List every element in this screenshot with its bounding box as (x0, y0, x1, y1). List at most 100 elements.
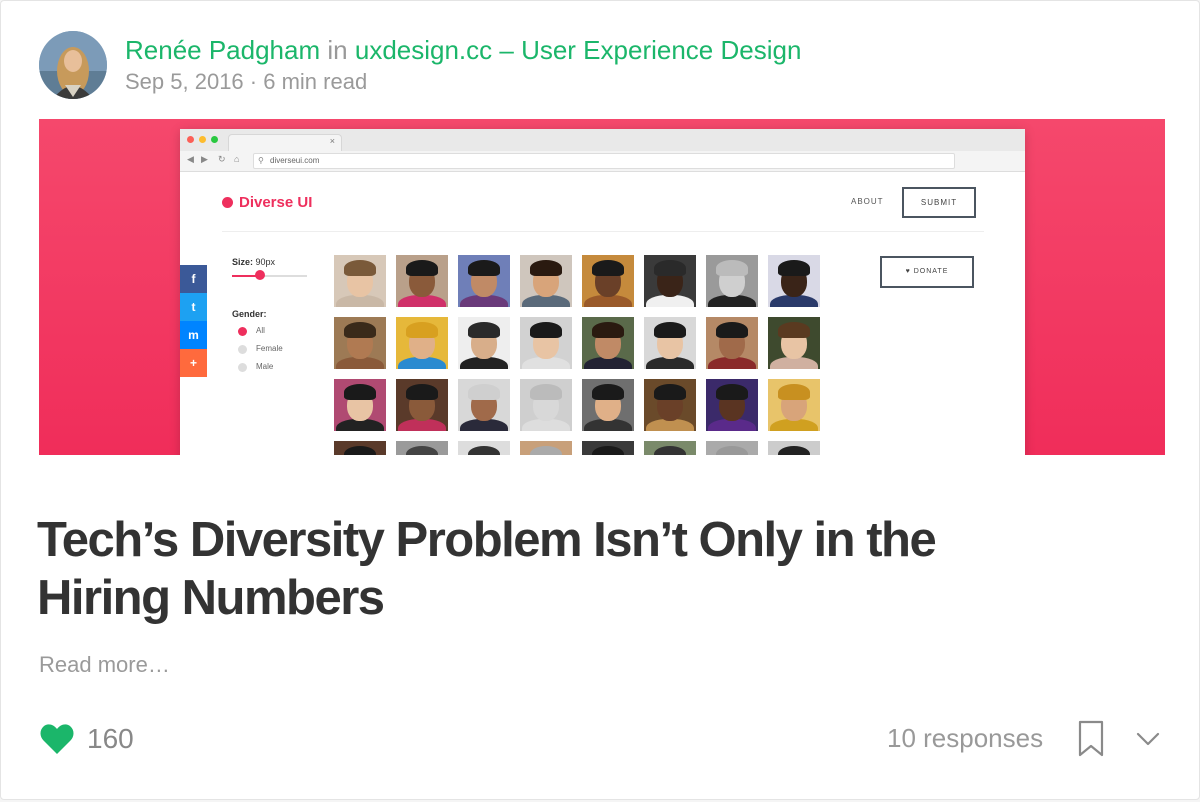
forward-icon: ▶ (201, 154, 208, 164)
likes-count[interactable]: 160 (87, 723, 134, 755)
avatar-grid (334, 255, 834, 455)
url-text: diverseui.com (270, 156, 320, 165)
diverse-ui-logo-icon (222, 197, 233, 208)
avatar-hair-shape (778, 322, 810, 338)
search-icon: ⚲ (258, 156, 264, 165)
publication-link[interactable]: uxdesign.cc – User Experience Design (355, 35, 802, 65)
about-link: ABOUT (851, 197, 884, 206)
avatar-thumbnail (458, 379, 510, 431)
avatar-thumbnail (582, 317, 634, 369)
heart-icon[interactable] (39, 721, 75, 757)
browser-titlebar: × (180, 129, 1025, 152)
avatar-thumbnail (458, 441, 510, 455)
avatar-hair-shape (654, 446, 686, 455)
chevron-down-icon[interactable] (1135, 729, 1161, 749)
avatar-thumbnail (706, 441, 758, 455)
gender-radio-female (238, 345, 247, 354)
address-bar: ⚲ diverseui.com (253, 153, 955, 169)
avatar-hair-shape (468, 384, 500, 400)
home-icon: ⌂ (234, 154, 240, 164)
share-sidebar: f t m + (180, 265, 207, 378)
avatar-hair-shape (406, 260, 438, 276)
author-name-link[interactable]: Renée Padgham (125, 35, 320, 65)
avatar-thumbnail (644, 441, 696, 455)
bookmark-icon[interactable] (1077, 719, 1105, 759)
avatar-hair-shape (592, 446, 624, 455)
avatar-hair-shape (778, 384, 810, 400)
avatar-thumbnail (582, 255, 634, 307)
meta-separator: · (249, 69, 258, 94)
gender-radio-all (238, 327, 247, 336)
avatar-hair-shape (530, 260, 562, 276)
size-filter-label: Size: 90px (232, 257, 275, 267)
tab-close-icon: × (329, 136, 335, 146)
avatar-hair-shape (406, 446, 438, 455)
avatar-thumbnail (520, 317, 572, 369)
avatar-thumbnail (520, 255, 572, 307)
avatar-hair-shape (716, 260, 748, 276)
avatar-hair-shape (468, 322, 500, 338)
post-meta: Sep 5, 2016 · 6 min read (125, 69, 367, 95)
back-icon: ◀ (187, 154, 194, 164)
avatar-thumbnail (644, 255, 696, 307)
avatar-hair-shape (592, 260, 624, 276)
window-minimize-dot (199, 136, 206, 143)
brand-text: Diverse UI (239, 194, 313, 211)
avatar-hair-shape (654, 260, 686, 276)
reload-icon: ↻ (218, 154, 226, 164)
avatar-thumbnail (458, 255, 510, 307)
read-time: 6 min read (263, 69, 368, 94)
avatar-thumbnail (768, 255, 820, 307)
avatar-hair-shape (344, 446, 376, 455)
avatar-hair-shape (406, 322, 438, 338)
avatar-thumbnail (706, 379, 758, 431)
avatar-hair-shape (530, 446, 562, 455)
donate-button: ♥ DONATE (880, 256, 974, 288)
facebook-icon: f (180, 265, 207, 293)
avatar-thumbnail (396, 317, 448, 369)
browser-toolbar: ◀ ▶ ↻ ⌂ ⚲ diverseui.com (180, 151, 1025, 172)
avatar-hair-shape (654, 384, 686, 400)
avatar-thumbnail (396, 379, 448, 431)
twitter-icon: t (180, 293, 207, 321)
avatar-thumbnail (396, 441, 448, 455)
size-value: 90px (255, 257, 276, 267)
hero-image[interactable]: × ◀ ▶ ↻ ⌂ ⚲ diverseui.com Diverse UI ABO… (39, 119, 1165, 455)
window-maximize-dot (211, 136, 218, 143)
avatar-hair-shape (468, 446, 500, 455)
avatar-thumbnail (644, 379, 696, 431)
size-label-text: Size: (232, 257, 254, 267)
avatar-hair-shape (716, 446, 748, 455)
avatar-hair-shape (406, 384, 438, 400)
avatar-thumbnail (396, 255, 448, 307)
avatar-thumbnail (334, 379, 386, 431)
avatar-thumbnail (334, 255, 386, 307)
avatar-hair-shape (778, 260, 810, 276)
read-more-link[interactable]: Read more… (39, 652, 170, 678)
avatar-thumbnail (582, 379, 634, 431)
post-byline: Renée Padgham in uxdesign.cc – User Expe… (125, 35, 801, 66)
post-title[interactable]: Tech’s Diversity Problem Isn’t Only in t… (37, 511, 1037, 627)
gender-filter-label: Gender: (232, 309, 267, 319)
avatar-thumbnail (644, 317, 696, 369)
plus-icon: + (180, 349, 207, 377)
diverse-ui-brand: Diverse UI (222, 194, 312, 211)
avatar-hair-shape (592, 384, 624, 400)
avatar-hair-shape (654, 322, 686, 338)
messenger-icon: m (180, 321, 207, 349)
gender-option-label: Female (256, 344, 283, 353)
avatar-thumbnail (520, 441, 572, 455)
avatar-hair-shape (344, 260, 376, 276)
avatar-hair-shape (344, 384, 376, 400)
size-slider-knob (255, 270, 265, 280)
avatar-hair-shape (716, 384, 748, 400)
author-avatar[interactable] (39, 31, 107, 99)
avatar-thumbnail (768, 379, 820, 431)
avatar-thumbnail (582, 441, 634, 455)
avatar-hair-shape (344, 322, 376, 338)
avatar-thumbnail (520, 379, 572, 431)
submit-button: SUBMIT (902, 187, 976, 218)
post-date[interactable]: Sep 5, 2016 (125, 69, 244, 94)
responses-link[interactable]: 10 responses (887, 723, 1043, 754)
avatar-hair-shape (530, 384, 562, 400)
